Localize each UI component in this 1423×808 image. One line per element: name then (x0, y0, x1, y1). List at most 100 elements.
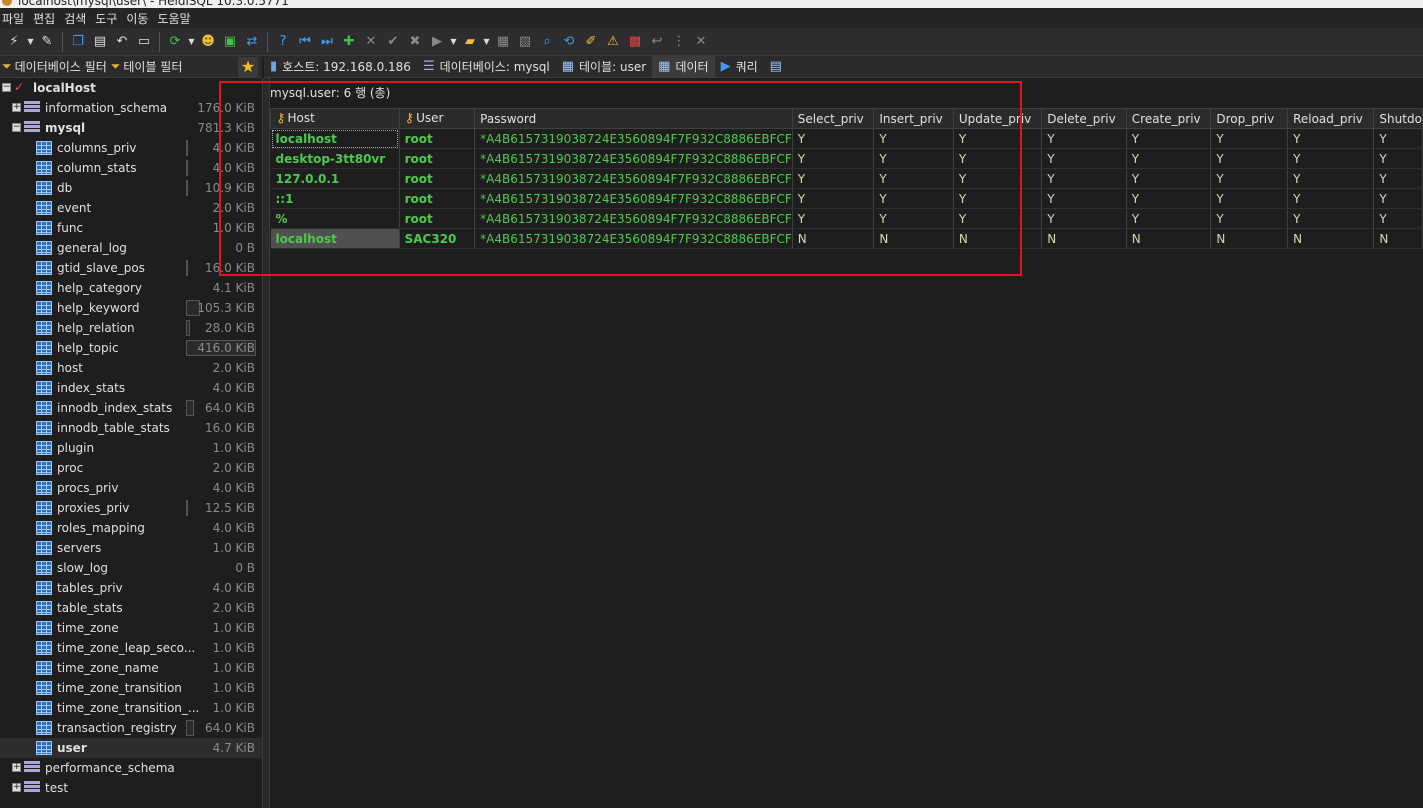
find-icon[interactable]: ⌕ (537, 32, 557, 52)
tab-new-query[interactable]: ▤ (764, 56, 788, 78)
tree-table[interactable]: index_stats 4.0 KiB (0, 378, 262, 398)
grid-cell[interactable]: Y (873, 208, 954, 229)
tree-table[interactable]: event 2.0 KiB (0, 198, 262, 218)
grid-cell[interactable]: Y (953, 128, 1043, 149)
column-header[interactable]: ⚷ User (398, 108, 476, 129)
tree-table[interactable]: column_stats 4.0 KiB (0, 158, 262, 178)
grid-cell[interactable]: N (1210, 228, 1289, 249)
tree-table[interactable]: help_topic 416.0 KiB (0, 338, 262, 358)
grid-cell[interactable]: SAC320 (399, 228, 476, 249)
tab-query[interactable]: ▶ 쿼리 (715, 56, 764, 78)
paste-icon[interactable]: ▤ (90, 32, 110, 52)
grid-cell[interactable]: Y (1041, 188, 1127, 209)
tree-table[interactable]: time_zone 1.0 KiB (0, 618, 262, 638)
table-row[interactable]: % root *A4B6157319038724E3560894F7F932C888… (270, 208, 1423, 229)
copy-icon[interactable]: ❐ (68, 32, 88, 52)
warning-icon[interactable]: ⚠ (603, 32, 623, 52)
stop-icon[interactable]: ✕ (691, 32, 711, 52)
refresh-dropdown-icon[interactable]: ▼ (187, 32, 196, 52)
tree-table[interactable]: general_log 0 B (0, 238, 262, 258)
expand-icon[interactable]: + (12, 103, 21, 112)
tree-table[interactable]: help_category 4.1 KiB (0, 278, 262, 298)
tab-table[interactable]: ▦ 테이블: user (556, 56, 652, 78)
connect-icon[interactable]: ⚡ (4, 32, 24, 52)
tree-table[interactable]: proxies_priv 12.5 KiB (0, 498, 262, 518)
grid-cell[interactable]: localhost (270, 228, 400, 249)
tab-data[interactable]: ▦ 데이터 (652, 55, 715, 78)
save-as-icon[interactable]: ▧ (515, 32, 535, 52)
grid-cell[interactable]: Y (1287, 168, 1375, 189)
grid-cell[interactable]: Y (792, 208, 875, 229)
collapse-icon[interactable]: − (12, 123, 21, 132)
open-folder-icon[interactable]: ▰ (460, 32, 480, 52)
grid-cell[interactable]: Y (953, 148, 1043, 169)
grid-cell[interactable]: Y (1210, 208, 1289, 229)
tree-database[interactable]: + test (0, 778, 262, 798)
table-row[interactable]: 127.0.0.1 root *A4B6157319038724E3560894F7… (270, 168, 1423, 189)
grid-cell[interactable]: Y (953, 168, 1043, 189)
grid-cell[interactable]: Y (1126, 208, 1212, 229)
menu-file[interactable]: 파일 (0, 10, 31, 27)
tree-table[interactable]: transaction_registry 64.0 KiB (0, 718, 262, 738)
tree-database[interactable]: + performance_schema (0, 758, 262, 778)
column-header[interactable]: Shutdo (1373, 108, 1423, 129)
grid-cell[interactable]: root (399, 188, 476, 209)
tree-table[interactable]: procs_priv 4.0 KiB (0, 478, 262, 498)
grid-cell[interactable]: Y (1373, 208, 1423, 229)
tree-table[interactable]: servers 1.0 KiB (0, 538, 262, 558)
grid-cell[interactable]: *A4B6157319038724E3560894F7F932C8886EBFC… (474, 128, 793, 149)
column-header[interactable]: Password (474, 108, 793, 129)
grid-cell[interactable]: Y (1373, 148, 1423, 169)
grid-cell[interactable]: Y (873, 148, 954, 169)
add-record-icon[interactable]: ✚ (339, 32, 359, 52)
grid-cell[interactable]: Y (953, 208, 1043, 229)
grid-cell[interactable]: Y (1287, 188, 1375, 209)
table-row[interactable]: desktop-3tt80vr root *A4B6157319038724E356… (270, 148, 1423, 169)
first-record-icon[interactable]: ⏮ (295, 32, 315, 52)
help-icon[interactable]: ? (273, 32, 293, 52)
grid-cell[interactable]: Y (1287, 208, 1375, 229)
save-icon[interactable]: ▦ (493, 32, 513, 52)
grid-cell[interactable]: *A4B6157319038724E3560894F7F932C8886EBFC… (474, 228, 793, 249)
tree-table[interactable]: host 2.0 KiB (0, 358, 262, 378)
refresh-icon[interactable]: ⟳ (165, 32, 185, 52)
expand-icon[interactable]: + (12, 763, 21, 772)
collapse-icon[interactable]: − (2, 83, 11, 92)
menu-search[interactable]: 검색 (62, 10, 93, 27)
grid-cell[interactable]: root (399, 148, 476, 169)
grid-cell[interactable]: Y (792, 148, 875, 169)
tree-table[interactable]: time_zone_transition 1.0 KiB (0, 678, 262, 698)
grid-cell[interactable]: root (399, 168, 476, 189)
tree-database[interactable]: + information_schema 176.0 KiB (0, 98, 262, 118)
grid-cell[interactable]: Y (1373, 188, 1423, 209)
favorites-star-icon[interactable]: ★ (238, 57, 258, 77)
grid-cell[interactable]: Y (1210, 148, 1289, 169)
tree-table[interactable]: plugin 1.0 KiB (0, 438, 262, 458)
grid-cell[interactable]: Y (1373, 128, 1423, 149)
grid-cell[interactable]: Y (873, 168, 954, 189)
grid-cell[interactable]: Y (873, 188, 954, 209)
grid-cell[interactable]: 127.0.0.1 (270, 168, 400, 189)
grid-cell[interactable]: N (873, 228, 954, 249)
format-icon[interactable]: ✐ (581, 32, 601, 52)
grid-cell[interactable]: Y (1126, 128, 1212, 149)
table-row[interactable]: localhost root *A4B6157319038724E3560894F7… (270, 128, 1423, 149)
table-row[interactable]: localhost SAC320 *A4B6157319038724E3560894… (270, 228, 1423, 249)
grid-cell[interactable]: root (399, 208, 476, 229)
data-grid[interactable]: ⚷ Host ⚷ User Password Select_priv Insert_priv… (270, 108, 1423, 249)
more-icon[interactable]: ⋮ (669, 32, 689, 52)
grid-cell[interactable]: Y (1041, 208, 1127, 229)
grid-cell[interactable]: N (1373, 228, 1423, 249)
menu-edit[interactable]: 편집 (31, 10, 62, 27)
wrap-icon[interactable]: ↩ (647, 32, 667, 52)
grid-cell[interactable]: ::1 (270, 188, 400, 209)
column-header[interactable]: Select_priv (791, 108, 875, 129)
grid-cell[interactable]: *A4B6157319038724E3560894F7F932C8886EBFC… (474, 168, 793, 189)
menu-go[interactable]: 이동 (124, 10, 155, 27)
last-record-icon[interactable]: ⏭ (317, 32, 337, 52)
connect-dropdown-icon[interactable]: ▼ (26, 32, 35, 52)
grid-cell[interactable]: *A4B6157319038724E3560894F7F932C8886EBFC… (474, 148, 793, 169)
grid-cell[interactable]: Y (873, 128, 954, 149)
grid-cell[interactable]: Y (1041, 128, 1127, 149)
database-filter[interactable]: ⏷ 데이터베이스 필터 (0, 57, 109, 77)
